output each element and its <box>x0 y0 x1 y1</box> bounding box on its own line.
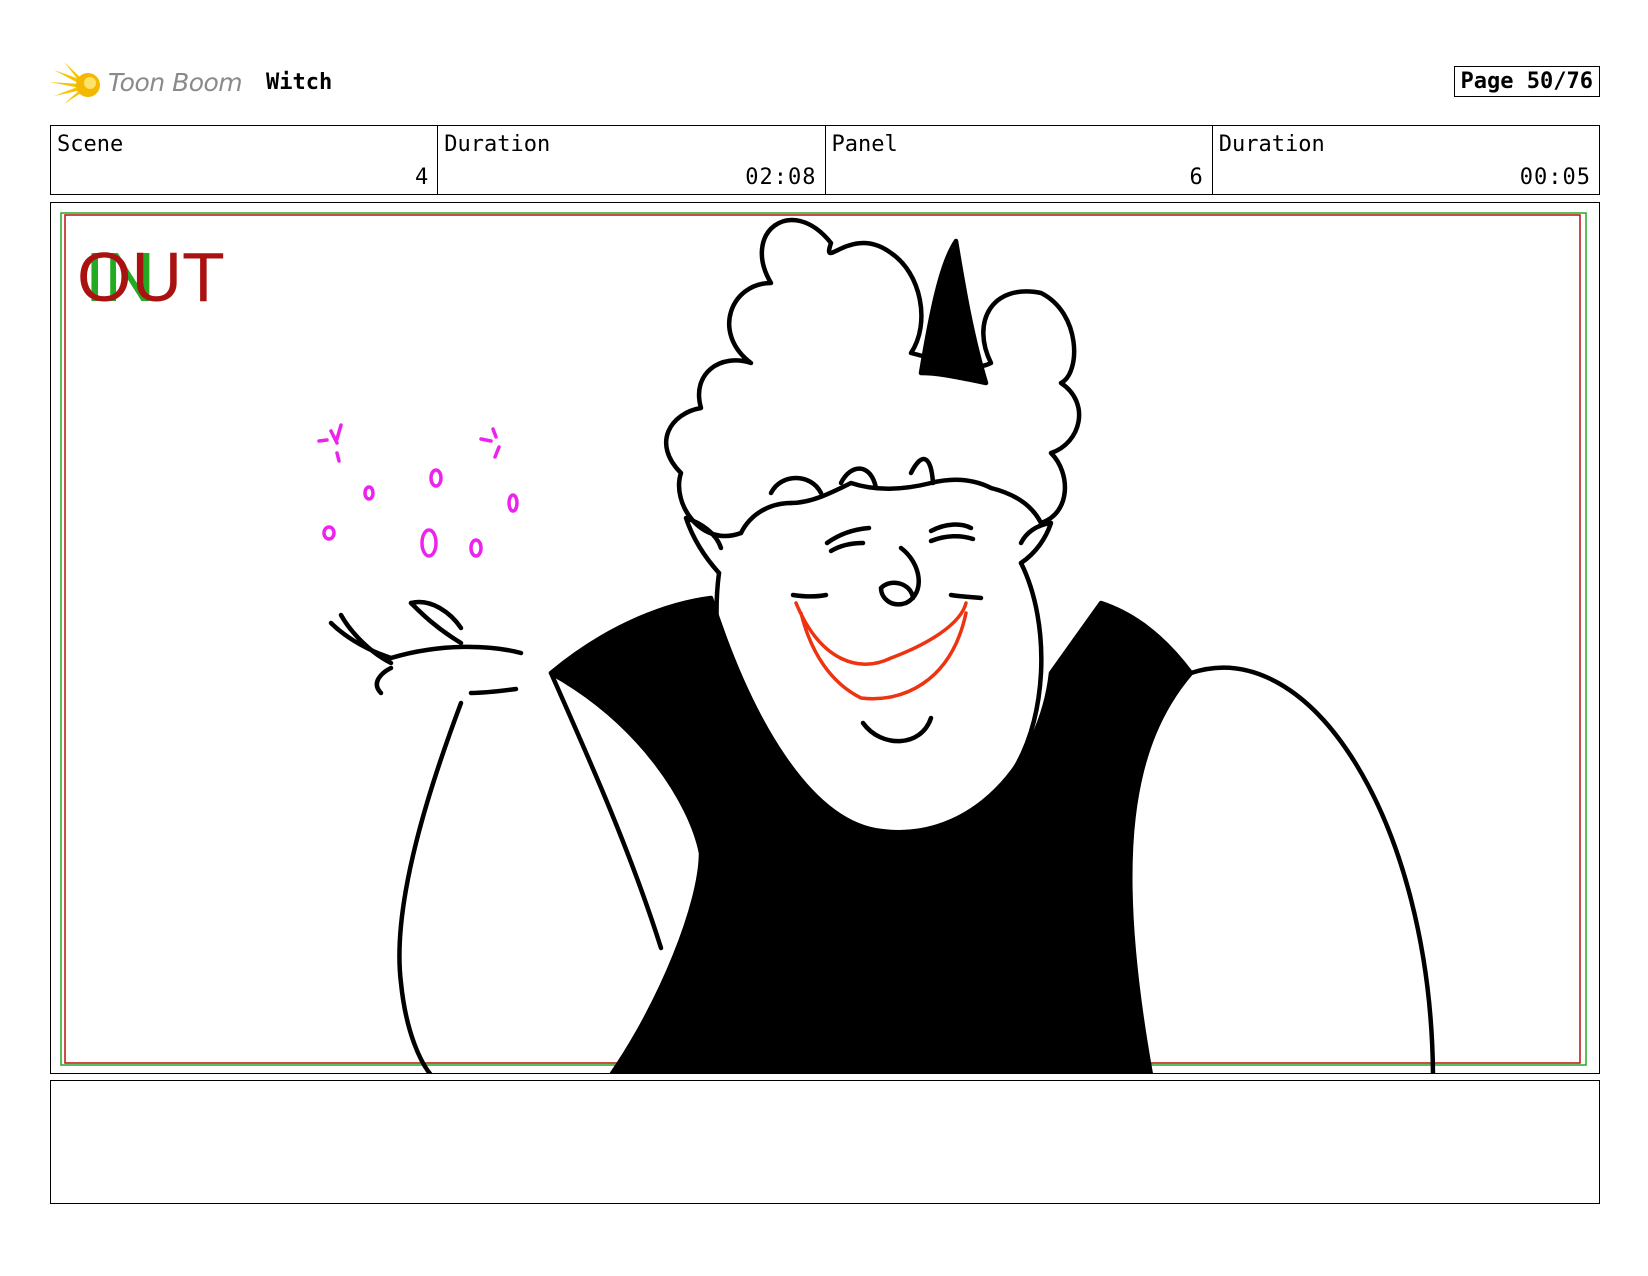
project-title: Witch <box>266 70 333 95</box>
toon-boom-logo: Toon Boom <box>50 58 243 108</box>
scene-duration-value: 02:08 <box>745 165 817 190</box>
panel-duration-value: 00:05 <box>1519 165 1591 190</box>
notes-area <box>50 1080 1600 1204</box>
storyboard-panel: IN OUT <box>50 202 1600 1074</box>
scene-duration-cell: Duration 02:08 <box>438 126 826 194</box>
scene-duration-label: Duration <box>444 132 551 157</box>
logo-text: Toon Boom <box>108 68 243 97</box>
starburst-icon <box>50 62 100 104</box>
panel-drawing: IN OUT <box>60 212 1587 1073</box>
scene-cell: Scene 4 <box>51 126 439 194</box>
panel-duration-label: Duration <box>1218 132 1325 157</box>
out-marker: OUT <box>77 238 225 316</box>
magic-sparkles <box>317 423 519 558</box>
panel-label: Panel <box>831 132 898 157</box>
panel-duration-cell: Duration 00:05 <box>1213 126 1599 194</box>
page-header: Toon Boom Witch Page 50/76 <box>50 58 1600 108</box>
smile-mouth <box>794 601 968 701</box>
panel-value: 6 <box>1189 165 1204 190</box>
panel-cell: Panel 6 <box>826 126 1213 194</box>
witch-sketch <box>328 217 1436 1073</box>
scene-value: 4 <box>415 165 430 190</box>
scene-label: Scene <box>57 132 124 157</box>
panel-info-table: Scene 4 Duration 02:08 Panel 6 Duration … <box>50 125 1600 195</box>
page-number: Page 50/76 <box>1453 66 1600 97</box>
